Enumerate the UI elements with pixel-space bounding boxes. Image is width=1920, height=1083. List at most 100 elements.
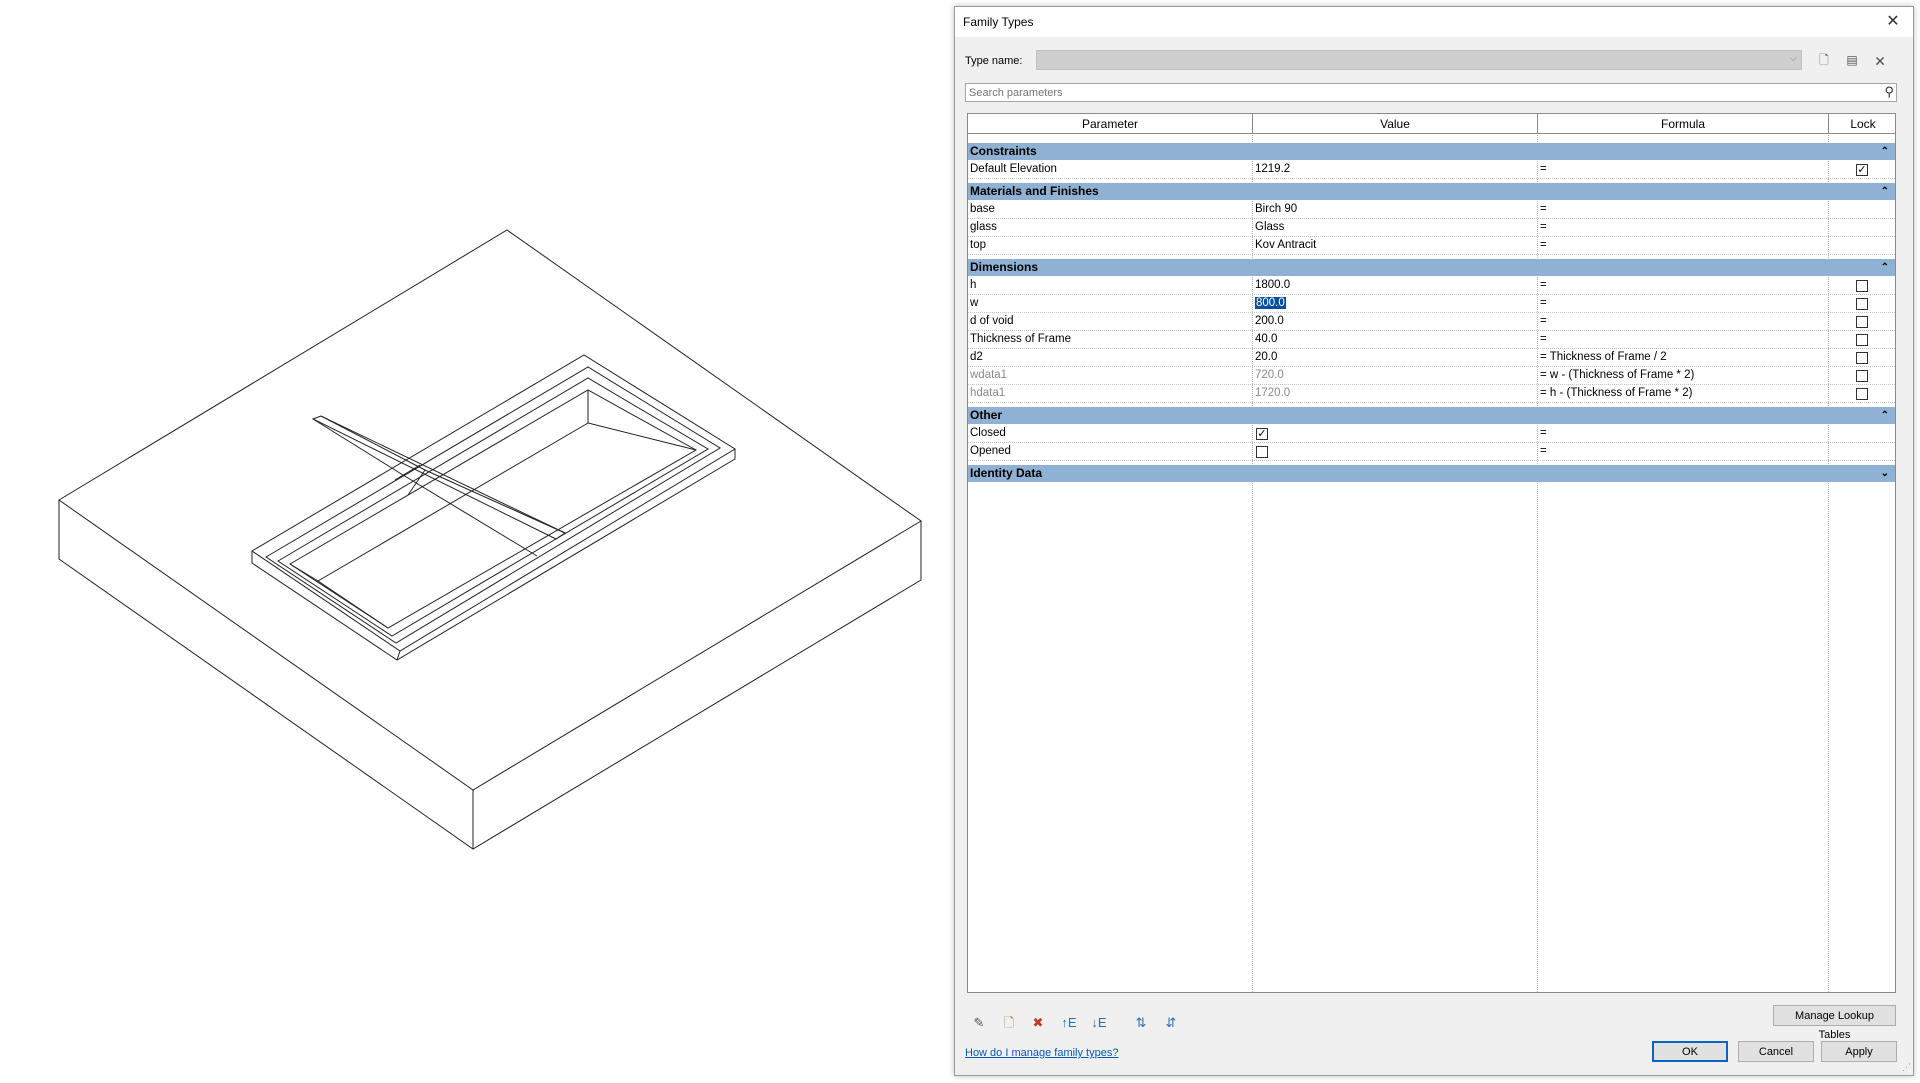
parameter-formula[interactable]: =	[1538, 313, 1828, 330]
parameter-name: base	[970, 203, 995, 215]
collapse-icon[interactable]: ⌃	[1881, 407, 1889, 424]
column-header-value[interactable]: Value	[1253, 114, 1538, 134]
parameter-formula[interactable]: = h - (Thickness of Frame * 2)	[1538, 385, 1828, 402]
parameter-formula[interactable]: = w - (Thickness of Frame * 2)	[1538, 367, 1828, 384]
search-input[interactable]	[966, 84, 1872, 101]
dialog-title: Family Types	[963, 15, 1034, 29]
parameter-formula[interactable]: =	[1538, 201, 1828, 218]
lock-checkbox[interactable]	[1856, 370, 1868, 382]
expand-icon[interactable]: ⌄	[1881, 465, 1889, 482]
parameter-name: Default Elevation	[970, 163, 1057, 175]
parameter-value[interactable]: Kov Antracit	[1253, 237, 1537, 254]
type-name-dropdown[interactable]: ⌵	[1036, 50, 1802, 70]
opened-value-checkbox[interactable]	[1256, 446, 1268, 458]
delete-parameter-icon[interactable]: ✖	[1028, 1013, 1048, 1033]
lock-checkbox[interactable]	[1856, 388, 1868, 400]
table-row[interactable]: base Birch 90 =	[968, 201, 1895, 219]
table-row[interactable]: Thickness of Frame 40.0 =	[968, 331, 1895, 349]
group-header-materials[interactable]: Materials and Finishes ⌃	[968, 183, 1895, 200]
parameter-name: d2	[970, 351, 983, 363]
search-parameters-field[interactable]: ⚲	[965, 83, 1897, 102]
parameter-value[interactable]: 1800.0	[1253, 277, 1537, 294]
parameter-value[interactable]: Birch 90	[1253, 201, 1537, 218]
table-row[interactable]: Default Elevation 1219.2 = ✓	[968, 161, 1895, 179]
parameter-formula[interactable]: =	[1538, 331, 1828, 348]
parameter-value: 720.0	[1255, 369, 1284, 381]
new-parameter-icon[interactable]: 🗋	[999, 1013, 1019, 1033]
group-header-constraints[interactable]: Constraints ⌃	[968, 143, 1895, 160]
collapse-icon[interactable]: ⌃	[1881, 183, 1889, 200]
column-header-lock[interactable]: Lock	[1829, 114, 1895, 134]
group-header-other[interactable]: Other ⌃	[968, 407, 1895, 424]
parameter-value[interactable]: 1219.2	[1253, 161, 1537, 178]
parameter-value-input[interactable]: 800.0	[1253, 295, 1537, 312]
lock-checkbox[interactable]: ✓	[1856, 164, 1868, 176]
table-row[interactable]: h 1800.0 =	[968, 277, 1895, 295]
table-row[interactable]: hdata1 1720.0 = h - (Thickness of Frame …	[968, 385, 1895, 403]
manage-lookup-tables-button[interactable]: Manage Lookup Tables	[1773, 1005, 1896, 1041]
parameter-name: Closed	[970, 427, 1006, 439]
parameter-formula[interactable]: =	[1538, 425, 1828, 442]
lock-checkbox[interactable]	[1856, 280, 1868, 292]
help-link[interactable]: How do I manage family types?	[965, 1047, 1118, 1059]
lock-checkbox[interactable]	[1856, 352, 1868, 364]
table-row[interactable]: wdata1 720.0 = w - (Thickness of Frame *…	[968, 367, 1895, 385]
parameter-name: d of void	[970, 315, 1014, 327]
new-type-icon[interactable]: 🗋	[1815, 51, 1833, 69]
delete-type-icon[interactable]: 🗙	[1871, 51, 1889, 69]
resize-grip-icon[interactable]: ⋰	[1902, 1062, 1911, 1073]
parameter-value: 1720.0	[1255, 387, 1291, 399]
column-header-formula[interactable]: Formula	[1538, 114, 1829, 134]
closed-value-checkbox[interactable]: ✓	[1256, 428, 1268, 440]
rename-type-icon[interactable]: ▤	[1843, 51, 1861, 69]
model-viewport[interactable]	[0, 0, 950, 1080]
search-icon[interactable]: ⚲	[1884, 84, 1894, 100]
type-name-label: Type name:	[965, 55, 1023, 67]
selected-value-text[interactable]: 800.0	[1255, 297, 1286, 309]
table-row[interactable]: d of void 200.0 =	[968, 313, 1895, 331]
parameter-name: top	[970, 239, 986, 251]
ok-button[interactable]: OK	[1652, 1041, 1728, 1062]
parameter-value[interactable]: 200.0	[1253, 313, 1537, 330]
family-types-dialog: Family Types ✕ Type name: ⌵ 🗋 ▤ 🗙 ⚲ Para…	[954, 6, 1914, 1076]
table-row[interactable]: Closed ✓ =	[968, 425, 1895, 443]
table-row[interactable]: Opened =	[968, 443, 1895, 461]
parameter-formula[interactable]: = Thickness of Frame / 2	[1538, 349, 1828, 366]
table-row[interactable]: top Kov Antracit =	[968, 237, 1895, 255]
sort-descending-icon[interactable]: ⇵	[1161, 1013, 1181, 1033]
parameter-formula[interactable]: =	[1538, 219, 1828, 236]
lock-checkbox[interactable]	[1856, 316, 1868, 328]
parameter-value[interactable]: 40.0	[1253, 331, 1537, 348]
sort-ascending-icon[interactable]: ⇅	[1131, 1013, 1151, 1033]
table-row[interactable]: glass Glass =	[968, 219, 1895, 237]
parameter-value[interactable]: Glass	[1253, 219, 1537, 236]
collapse-icon[interactable]: ⌃	[1881, 259, 1889, 276]
parameter-formula[interactable]: =	[1538, 443, 1828, 460]
parameter-value[interactable]: 20.0	[1253, 349, 1537, 366]
apply-button[interactable]: Apply	[1821, 1041, 1897, 1062]
table-row[interactable]: w 800.0 =	[968, 295, 1895, 313]
parameter-name: Thickness of Frame	[970, 333, 1071, 345]
column-header-parameter[interactable]: Parameter	[968, 114, 1253, 134]
lock-checkbox[interactable]	[1856, 334, 1868, 346]
parameter-formula[interactable]: =	[1538, 295, 1828, 312]
parameter-formula[interactable]: =	[1538, 161, 1828, 178]
close-icon[interactable]: ✕	[1879, 9, 1907, 35]
move-up-icon[interactable]: ↑E	[1059, 1013, 1079, 1033]
parameter-name: w	[970, 297, 979, 309]
chevron-down-icon: ⌵	[1789, 53, 1797, 64]
group-header-dimensions[interactable]: Dimensions ⌃	[968, 259, 1895, 276]
skylight-model-drawing	[58, 229, 922, 850]
table-row[interactable]: d2 20.0 = Thickness of Frame / 2	[968, 349, 1895, 367]
edit-parameter-icon[interactable]: ✎	[969, 1013, 989, 1033]
parameter-name: hdata1	[970, 387, 1006, 399]
group-header-identity-data[interactable]: Identity Data ⌄	[968, 465, 1895, 482]
lock-checkbox[interactable]	[1856, 298, 1868, 310]
collapse-icon[interactable]: ⌃	[1881, 143, 1889, 160]
parameter-name: h	[970, 279, 977, 291]
cancel-button[interactable]: Cancel	[1738, 1041, 1814, 1062]
parameter-formula[interactable]: =	[1538, 277, 1828, 294]
slab-top-face	[58, 229, 922, 791]
move-down-icon[interactable]: ↓E	[1089, 1013, 1109, 1033]
parameter-formula[interactable]: =	[1538, 237, 1828, 254]
